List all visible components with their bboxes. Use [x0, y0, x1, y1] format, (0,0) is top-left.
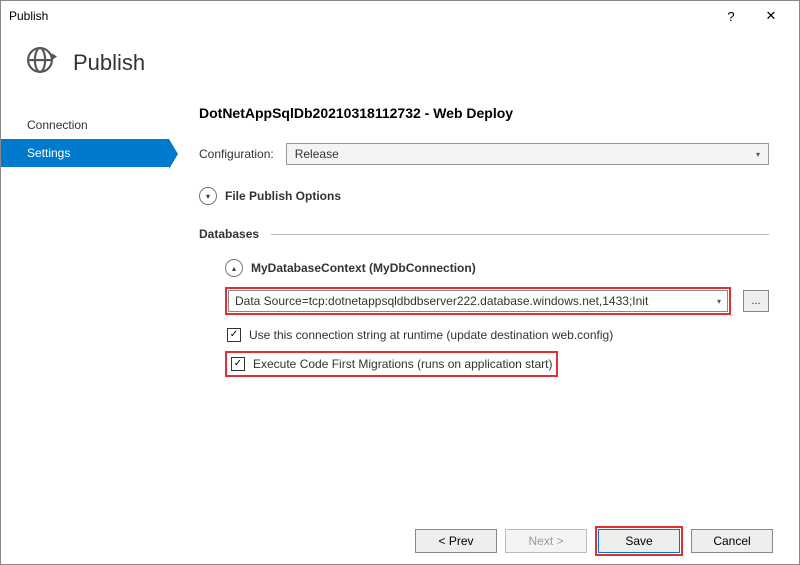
file-publish-expander[interactable]: ▾ [199, 187, 217, 205]
chevron-down-icon: ▾ [756, 150, 760, 159]
config-label: Configuration: [199, 147, 274, 161]
execute-migrations-checkbox[interactable] [231, 357, 245, 371]
connection-more-button[interactable]: ... [743, 290, 769, 312]
execute-migrations-highlight: Execute Code First Migrations (runs on a… [225, 351, 558, 377]
save-button-highlight: Save [595, 526, 683, 556]
sidebar-item-connection[interactable]: Connection [1, 111, 169, 139]
prev-button[interactable]: < Prev [415, 529, 497, 553]
dbcontext-title: MyDatabaseContext (MyDbConnection) [251, 261, 476, 275]
connection-string-dropdown[interactable]: Data Source=tcp:dotnetappsqldbdbserver22… [228, 290, 728, 312]
use-connection-checkbox[interactable] [227, 328, 241, 342]
window-title: Publish [9, 9, 711, 23]
connection-highlight: Data Source=tcp:dotnetappsqldbdbserver22… [225, 287, 731, 315]
databases-section-title: Databases [199, 227, 259, 241]
section-divider [271, 234, 769, 235]
publish-globe-icon [23, 43, 57, 82]
save-button[interactable]: Save [598, 529, 680, 553]
help-button[interactable]: ? [711, 9, 751, 24]
cancel-button[interactable]: Cancel [691, 529, 773, 553]
use-connection-label: Use this connection string at runtime (u… [249, 328, 613, 342]
execute-migrations-label: Execute Code First Migrations (runs on a… [253, 357, 552, 371]
sidebar-item-settings[interactable]: Settings [1, 139, 169, 167]
file-publish-title: File Publish Options [225, 189, 341, 203]
next-button[interactable]: Next > [505, 529, 587, 553]
close-button[interactable]: ✕ [751, 8, 791, 24]
chevron-down-icon: ▾ [717, 297, 721, 306]
connection-string-value: Data Source=tcp:dotnetappsqldbdbserver22… [235, 294, 648, 308]
page-title: Publish [73, 50, 145, 76]
config-dropdown[interactable]: Release ▾ [286, 143, 769, 165]
dialog-footer: < Prev Next > Save Cancel [1, 518, 799, 564]
main-panel: DotNetAppSqlDb20210318112732 - Web Deplo… [169, 101, 799, 518]
config-value: Release [295, 147, 339, 161]
dbcontext-expander[interactable]: ▴ [225, 259, 243, 277]
publish-profile-title: DotNetAppSqlDb20210318112732 - Web Deplo… [199, 105, 769, 121]
sidebar: Connection Settings [1, 101, 169, 518]
titlebar: Publish ? ✕ [1, 1, 799, 31]
dialog-header: Publish [1, 31, 799, 100]
